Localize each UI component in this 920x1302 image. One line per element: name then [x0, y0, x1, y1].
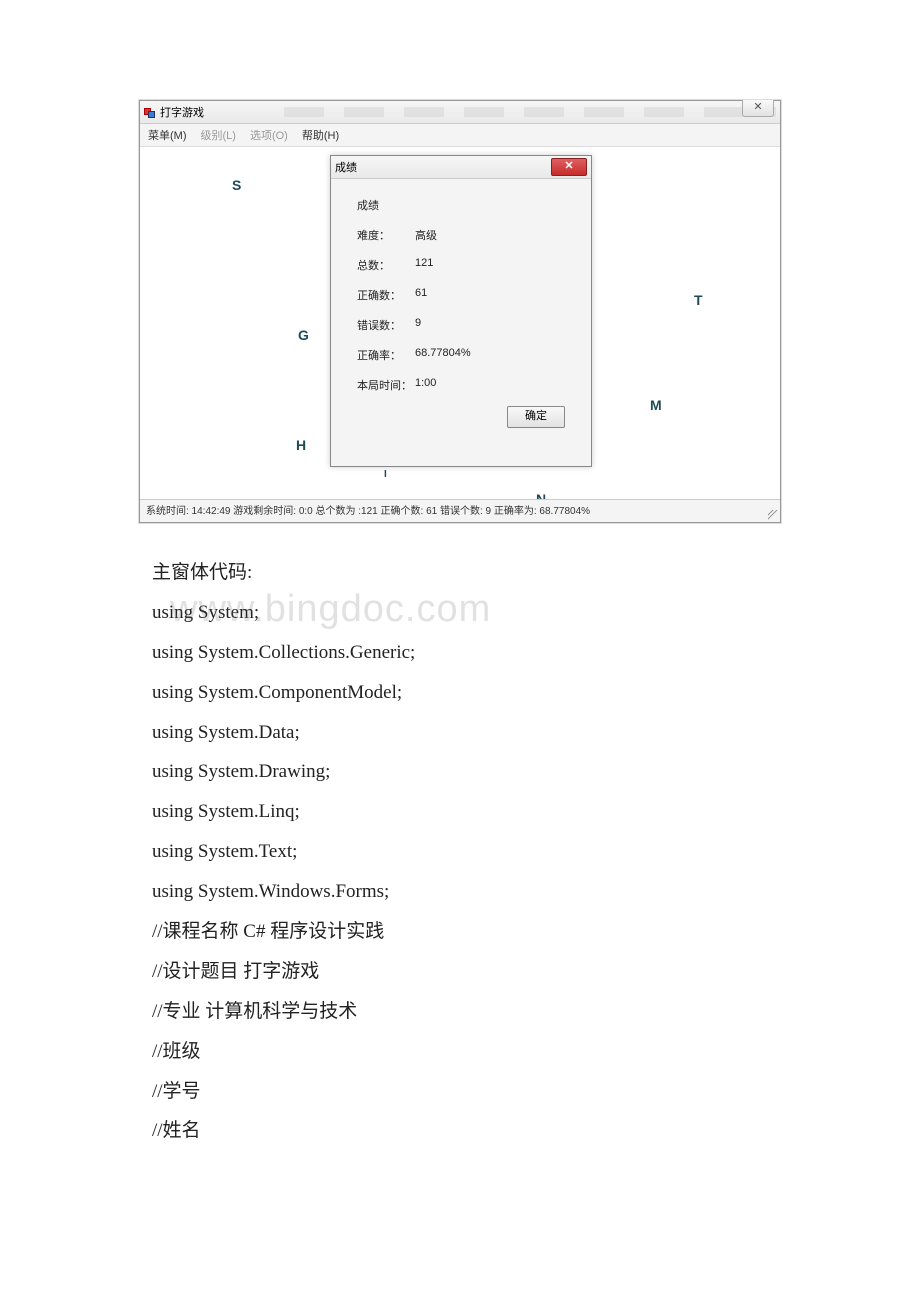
- menu-caidan[interactable]: 菜单(M): [148, 127, 187, 143]
- value-rate: 68.77804%: [415, 347, 573, 363]
- menubar: 菜单(M) 级别(L) 选项(O) 帮助(H): [140, 124, 780, 147]
- value-correct: 61: [415, 287, 573, 303]
- code-line: //课程名称 C# 程序设计实践: [152, 912, 792, 952]
- falling-letter: M: [650, 397, 662, 413]
- row-rate: 正确率： 68.77804%: [357, 347, 573, 363]
- label-total: 总数：: [357, 257, 415, 273]
- code-line: //设计题目 打字游戏: [152, 952, 792, 992]
- code-line: using System.Data;: [152, 713, 792, 753]
- value-difficulty: 高级: [415, 227, 573, 243]
- code-line: using System.Drawing;: [152, 752, 792, 792]
- status-text: 系统时间: 14:42:49 游戏剩余时间: 0:0 总个数为 :121 正确个…: [146, 506, 590, 517]
- label-rate: 正确率：: [357, 347, 415, 363]
- code-line: using System;: [152, 593, 792, 633]
- falling-letter: H: [296, 437, 306, 453]
- resize-grip-icon[interactable]: [768, 510, 778, 520]
- row-time: 本局时间： 1:00: [357, 377, 573, 393]
- statusbar: 系统时间: 14:42:49 游戏剩余时间: 0:0 总个数为 :121 正确个…: [140, 499, 780, 522]
- menu-xuanxiang[interactable]: 选项(O): [250, 127, 288, 143]
- falling-letter: T: [694, 292, 703, 308]
- menu-jibie[interactable]: 级别(L): [201, 127, 236, 143]
- falling-letter: I: [384, 469, 387, 480]
- dialog-body: 成绩 难度： 高级 总数： 121 正确数： 61 错误数：: [331, 179, 591, 415]
- row-wrong: 错误数： 9: [357, 317, 573, 333]
- code-line: using System.Collections.Generic;: [152, 633, 792, 673]
- code-line: //姓名: [152, 1111, 792, 1151]
- code-line: using System.ComponentModel;: [152, 673, 792, 713]
- code-line: //班级: [152, 1032, 792, 1072]
- titlebar-blur: [284, 107, 776, 117]
- row-total: 总数： 121: [357, 257, 573, 273]
- row-difficulty: 难度： 高级: [357, 227, 573, 243]
- label-correct: 正确数：: [357, 287, 415, 303]
- menu-bangzhu[interactable]: 帮助(H): [302, 127, 339, 143]
- dialog-ok-button[interactable]: 确定: [507, 406, 565, 428]
- dialog-group-title: 成绩: [357, 197, 573, 213]
- falling-letter: S: [232, 177, 241, 193]
- code-line: using System.Linq;: [152, 792, 792, 832]
- window-close-button[interactable]: ✕: [742, 100, 774, 117]
- label-time: 本局时间：: [357, 377, 415, 393]
- row-correct: 正确数： 61: [357, 287, 573, 303]
- game-client-area: S G H T M N I 成绩 ✕ 成绩 难度： 高级: [140, 147, 780, 499]
- dialog-close-button[interactable]: ✕: [551, 158, 587, 176]
- app-window: 打字游戏 ✕ 菜单(M) 级别(L) 选项(O) 帮助(H) S G H T M…: [139, 100, 781, 523]
- app-icon: [144, 106, 156, 118]
- value-total: 121: [415, 257, 573, 273]
- document-body: 主窗体代码: using System; using System.Collec…: [152, 553, 792, 1151]
- falling-letter: N: [536, 491, 546, 499]
- value-wrong: 9: [415, 317, 573, 333]
- code-line: //学号: [152, 1072, 792, 1112]
- code-line: using System.Windows.Forms;: [152, 872, 792, 912]
- falling-letter: G: [298, 327, 309, 343]
- dialog-titlebar[interactable]: 成绩 ✕: [331, 156, 591, 179]
- code-line: //专业 计算机科学与技术: [152, 992, 792, 1032]
- label-wrong: 错误数：: [357, 317, 415, 333]
- value-time: 1:00: [415, 377, 573, 393]
- app-title: 打字游戏: [160, 104, 204, 120]
- dialog-title-text: 成绩: [335, 159, 357, 175]
- section-heading: 主窗体代码:: [152, 553, 792, 593]
- code-line: using System.Text;: [152, 832, 792, 872]
- label-difficulty: 难度：: [357, 227, 415, 243]
- score-dialog: 成绩 ✕ 成绩 难度： 高级 总数： 121 正确数： 61: [330, 155, 592, 467]
- titlebar[interactable]: 打字游戏 ✕: [140, 101, 780, 124]
